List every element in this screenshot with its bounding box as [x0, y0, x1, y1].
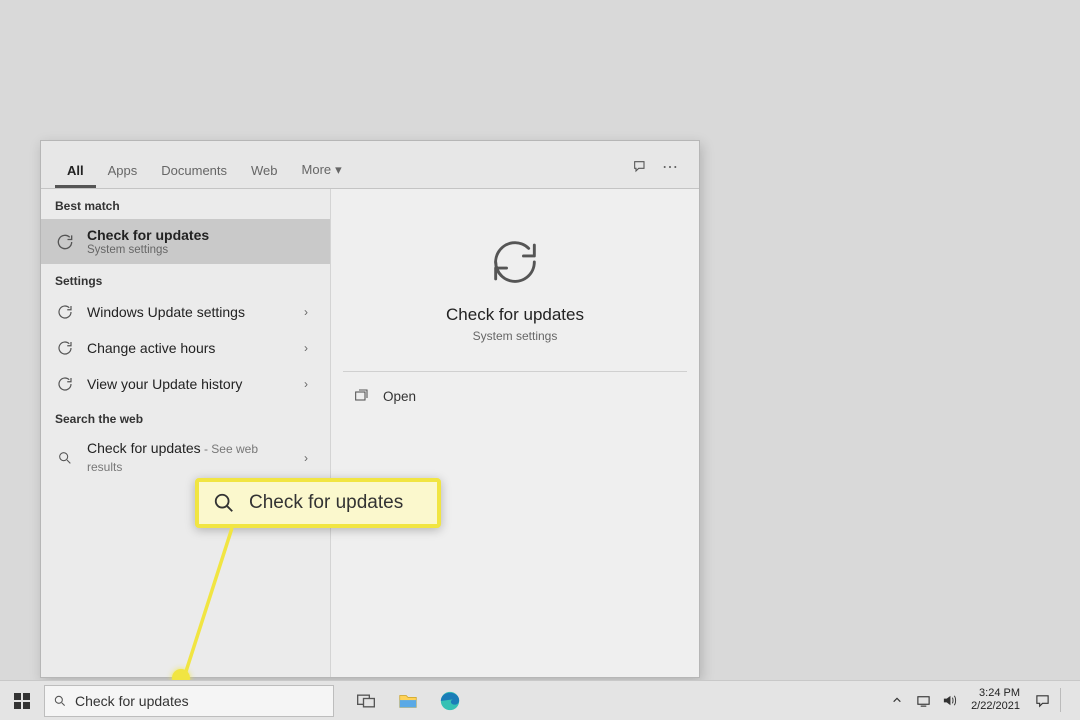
- search-icon: [55, 448, 75, 468]
- action-label: Open: [383, 389, 416, 404]
- tray-chevron-up-icon[interactable]: [889, 692, 905, 708]
- section-settings: Settings: [41, 264, 330, 294]
- task-view-icon[interactable]: [354, 689, 378, 713]
- chevron-right-icon: ›: [304, 341, 316, 355]
- result-check-for-updates[interactable]: Check for updates System settings: [41, 219, 330, 264]
- result-windows-update-settings[interactable]: Windows Update settings ›: [41, 294, 330, 330]
- tab-more[interactable]: More▾: [290, 154, 354, 188]
- tab-documents[interactable]: Documents: [149, 155, 239, 188]
- refresh-large-icon: [486, 233, 544, 291]
- refresh-icon: [55, 232, 75, 252]
- section-best-match: Best match: [41, 189, 330, 219]
- tab-apps[interactable]: Apps: [96, 155, 150, 188]
- result-change-active-hours[interactable]: Change active hours ›: [41, 330, 330, 366]
- tray-network-icon[interactable]: [915, 692, 931, 708]
- start-search-panel: All Apps Documents Web More▾ ⋯ Best matc…: [40, 140, 700, 678]
- result-title: Check for updates: [87, 440, 201, 456]
- result-detail-pane: Check for updates System settings Open: [331, 189, 699, 677]
- taskbar-search-box[interactable]: Check for updates: [44, 685, 334, 717]
- start-button[interactable]: [0, 681, 44, 720]
- tray-clock[interactable]: 3:24 PM 2/22/2021: [967, 687, 1024, 712]
- tab-all[interactable]: All: [55, 155, 96, 188]
- result-subtitle: System settings: [87, 244, 316, 256]
- annotation-callout: Check for updates: [195, 478, 441, 528]
- refresh-icon: [55, 302, 75, 322]
- result-title: Check for updates: [87, 227, 316, 243]
- feedback-icon[interactable]: [625, 152, 655, 182]
- result-title: View your Update history: [87, 376, 292, 392]
- file-explorer-icon[interactable]: [396, 689, 420, 713]
- annotation-text: Check for updates: [249, 492, 403, 514]
- result-view-update-history[interactable]: View your Update history ›: [41, 366, 330, 402]
- taskbar: Check for updates 3:24 PM 2/22/2021: [0, 680, 1080, 720]
- action-open[interactable]: Open: [343, 372, 687, 420]
- search-icon: [53, 694, 67, 708]
- result-title: Change active hours: [87, 340, 292, 356]
- tray-date: 2/22/2021: [971, 700, 1020, 713]
- detail-subtitle: System settings: [343, 329, 687, 343]
- result-web-check-for-updates[interactable]: Check for updates - See web results ›: [41, 432, 330, 484]
- refresh-icon: [55, 374, 75, 394]
- more-options-icon[interactable]: ⋯: [655, 152, 685, 182]
- chevron-down-icon: ▾: [335, 162, 342, 178]
- chevron-right-icon: ›: [304, 305, 316, 319]
- section-search-web: Search the web: [41, 402, 330, 432]
- search-tabs: All Apps Documents Web More▾ ⋯: [41, 141, 699, 189]
- show-desktop-button[interactable]: [1060, 688, 1074, 712]
- edge-browser-icon[interactable]: [438, 689, 462, 713]
- tray-action-center-icon[interactable]: [1034, 692, 1050, 708]
- results-list: Best match Check for updates System sett…: [41, 189, 331, 677]
- result-title: Windows Update settings: [87, 304, 292, 320]
- detail-title: Check for updates: [343, 305, 687, 325]
- taskbar-search-text: Check for updates: [75, 693, 189, 709]
- refresh-icon: [55, 338, 75, 358]
- tray-volume-icon[interactable]: [941, 692, 957, 708]
- tray-time: 3:24 PM: [971, 687, 1020, 700]
- system-tray: 3:24 PM 2/22/2021: [889, 680, 1074, 720]
- tab-web[interactable]: Web: [239, 155, 290, 188]
- open-icon: [353, 388, 369, 404]
- chevron-right-icon: ›: [304, 377, 316, 391]
- search-icon: [213, 492, 235, 514]
- chevron-right-icon: ›: [304, 451, 316, 465]
